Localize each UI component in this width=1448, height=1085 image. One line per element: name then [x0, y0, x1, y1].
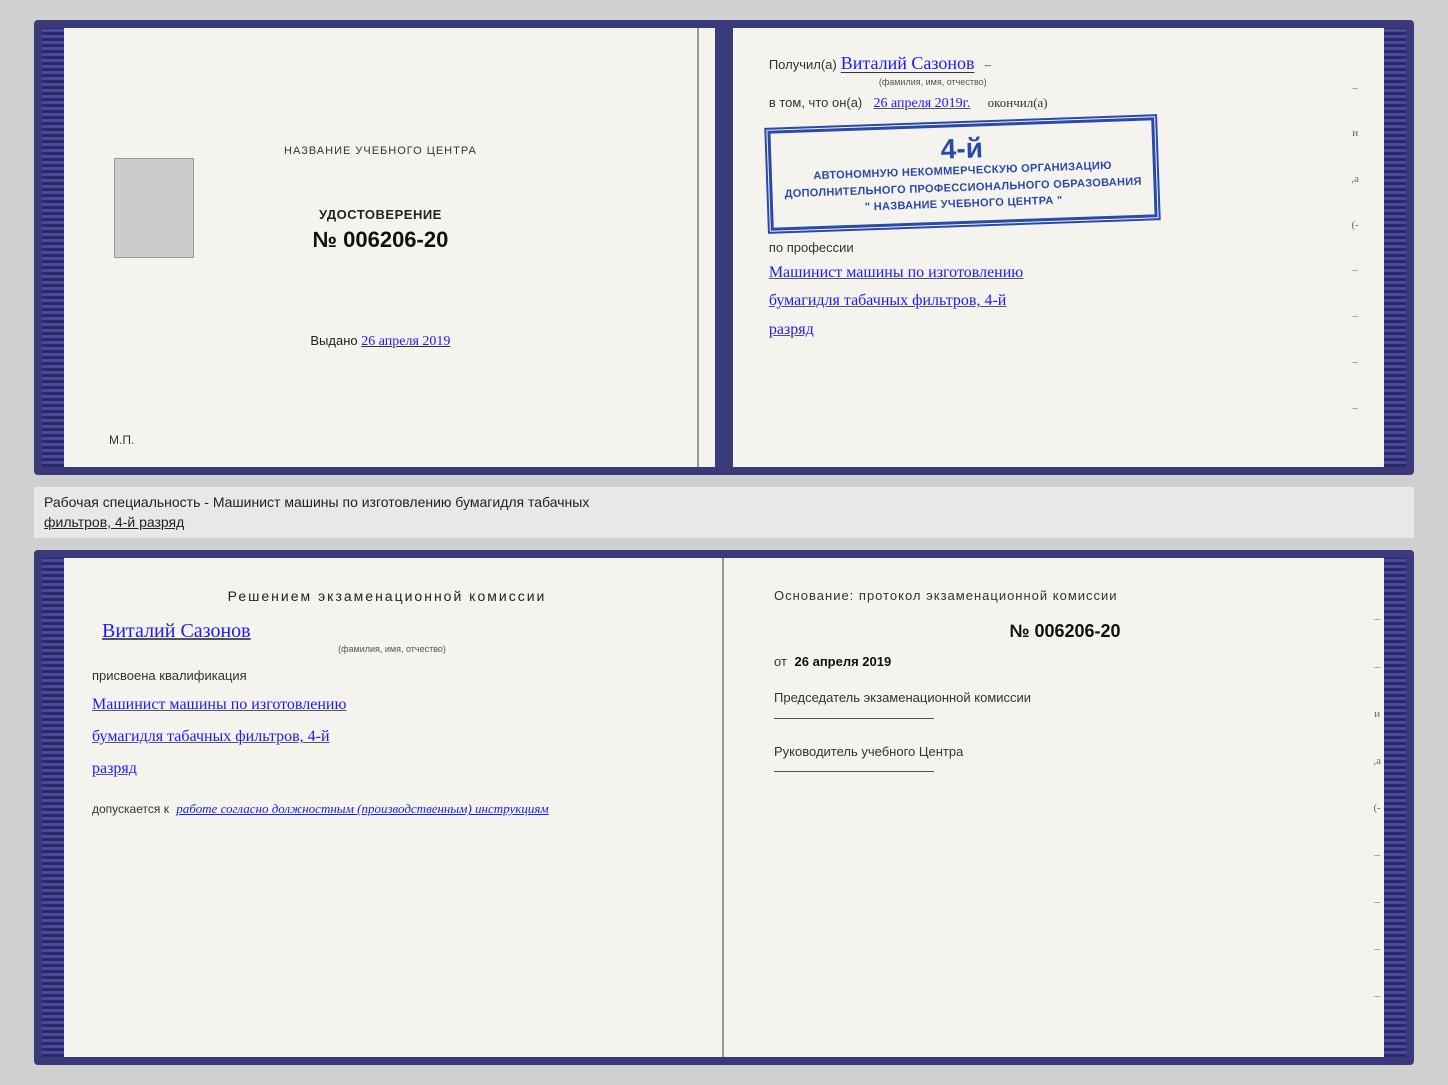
vtom-prefix: в том, что он(а) — [769, 95, 862, 110]
b-dash-8: – — [1374, 943, 1380, 955]
cert-number: № 006206-20 — [312, 227, 448, 253]
b-dash-7: – — [1374, 896, 1380, 908]
dash-3: ,а — [1351, 173, 1359, 185]
date-completed: 26 апреля 2019г. — [874, 96, 971, 111]
profession-label: по профессии — [769, 240, 1344, 255]
page-wrapper: НАЗВАНИЕ УЧЕБНОГО ЦЕНТРА УДОСТОВЕРЕНИЕ №… — [0, 0, 1448, 1085]
received-prefix: Получил(а) — [769, 57, 837, 72]
dash-2: и — [1352, 127, 1358, 139]
b-dash-6: – — [1374, 849, 1380, 861]
director-label: Руководитель учебного Центра — [774, 743, 1356, 761]
profession-line3: разряд — [769, 316, 1344, 345]
from-date-line: от 26 апреля 2019 — [774, 654, 1356, 669]
from-date-value: 26 апреля 2019 — [795, 654, 892, 669]
bottom-name: Виталий Сазонов — [102, 620, 682, 643]
b-dash-2: – — [1374, 661, 1380, 673]
chairman-signature-line — [774, 718, 934, 719]
bottom-right-dashes: – – и ,а (- – – – – — [1373, 578, 1381, 1037]
issued-date: 26 апреля 2019 — [361, 334, 450, 349]
bottom-left-page: Решением экзаменационной комиссии Витали… — [42, 558, 724, 1057]
middle-text-line1: Рабочая специальность - Машинист машины … — [44, 494, 589, 510]
middle-text-content: Рабочая специальность - Машинист машины … — [44, 493, 1404, 532]
qualification-line1: Машинист машины по изготовлению — [92, 689, 682, 721]
stamp-large: 4-й — [783, 129, 1141, 169]
profession-line1: Машинист машины по изготовлению — [769, 259, 1344, 288]
recipient-name: Виталий Сазонов — [841, 53, 975, 74]
middle-text: Рабочая специальность - Машинист машины … — [34, 487, 1414, 538]
received-line: Получил(а) Виталий Сазонов – — [769, 53, 1344, 74]
admitted-text: работе согласно должностным (производств… — [176, 801, 548, 816]
top-right-page: Получил(а) Виталий Сазонов – (фамилия, и… — [719, 28, 1384, 467]
b-dash-3: и — [1374, 708, 1380, 720]
issued-line: Выдано 26 апреля 2019 — [310, 333, 450, 350]
middle-text-line2: фильтров, 4-й разряд — [44, 514, 184, 530]
dash-4: (- — [1352, 219, 1359, 231]
b-dash-1: – — [1374, 613, 1380, 625]
bottom-name-subtitle: (фамилия, имя, отчество) — [102, 644, 682, 654]
b-dash-9: – — [1374, 990, 1380, 1002]
director-signature-line — [774, 771, 934, 772]
recipient-subtitle: (фамилия, имя, отчество) — [879, 77, 1344, 87]
stamp-container: 4-й АВТОНОМНУЮ НЕКОММЕРЧЕСКУЮ ОРГАНИЗАЦИ… — [769, 124, 1344, 224]
okoncil: окончил(а) — [988, 95, 1048, 110]
profession-line2: бумагидля табачных фильтров, 4-й — [769, 287, 1344, 316]
chairman-label: Председатель экзаменационной комиссии — [774, 689, 1356, 707]
stamp-line3: ДОПОЛНИТЕЛЬНОГО ПРОФЕССИОНАЛЬНОГО ОБРАЗО… — [784, 173, 1142, 202]
certificate-bottom: Решением экзаменационной комиссии Витали… — [34, 550, 1414, 1065]
bottom-right-page: Основание: протокол экзаменационной коми… — [724, 558, 1406, 1057]
admitted-line: допускается к работе согласно должностны… — [92, 801, 682, 817]
dash-7: – — [1352, 356, 1358, 368]
photo-placeholder — [114, 158, 194, 258]
osnova-line: Основание: протокол экзаменационной коми… — [774, 588, 1356, 603]
mp-label: М.П. — [109, 433, 134, 447]
center-title-label: НАЗВАНИЕ УЧЕБНОГО ЦЕНТРА — [284, 145, 477, 157]
stamp-line4: " НАЗВАНИЕ УЧЕБНОГО ЦЕНТРА " — [785, 190, 1143, 219]
stamp-line2: АВТОНОМНУЮ НЕКОММЕРЧЕСКУЮ ОРГАНИЗАЦИЮ — [784, 157, 1142, 186]
dash-8: – — [1352, 402, 1358, 414]
from-prefix: от — [774, 654, 787, 669]
stamp-box: 4-й АВТОНОМНУЮ НЕКОММЕРЧЕСКУЮ ОРГАНИЗАЦИ… — [767, 117, 1158, 230]
vtom-line: в том, что он(а) 26 апреля 2019г. окончи… — [769, 95, 1344, 112]
certificate-top: НАЗВАНИЕ УЧЕБНОГО ЦЕНТРА УДОСТОВЕРЕНИЕ №… — [34, 20, 1414, 475]
b-dash-5: (- — [1374, 802, 1381, 814]
qualification-line3: разряд — [92, 753, 682, 785]
name-section: Виталий Сазонов (фамилия, имя, отчество) — [92, 620, 682, 654]
b-dash-4: ,а — [1373, 755, 1381, 767]
cert-label: УДОСТОВЕРЕНИЕ — [319, 207, 442, 222]
issued-label: Выдано — [310, 333, 357, 348]
dash-1: – — [1352, 82, 1358, 94]
resolution-title: Решением экзаменационной комиссии — [92, 588, 682, 604]
top-left-page: НАЗВАНИЕ УЧЕБНОГО ЦЕНТРА УДОСТОВЕРЕНИЕ №… — [64, 28, 699, 467]
dash-5: – — [1352, 264, 1358, 276]
assigned-label: присвоена квалификация — [92, 668, 682, 683]
protocol-number: № 006206-20 — [774, 621, 1356, 642]
dash-6: – — [1352, 310, 1358, 322]
qualification-line2: бумагидля табачных фильтров, 4-й — [92, 721, 682, 753]
right-dashes: – и ,а (- – – – – — [1351, 48, 1359, 447]
admitted-prefix: допускается к — [92, 802, 169, 816]
